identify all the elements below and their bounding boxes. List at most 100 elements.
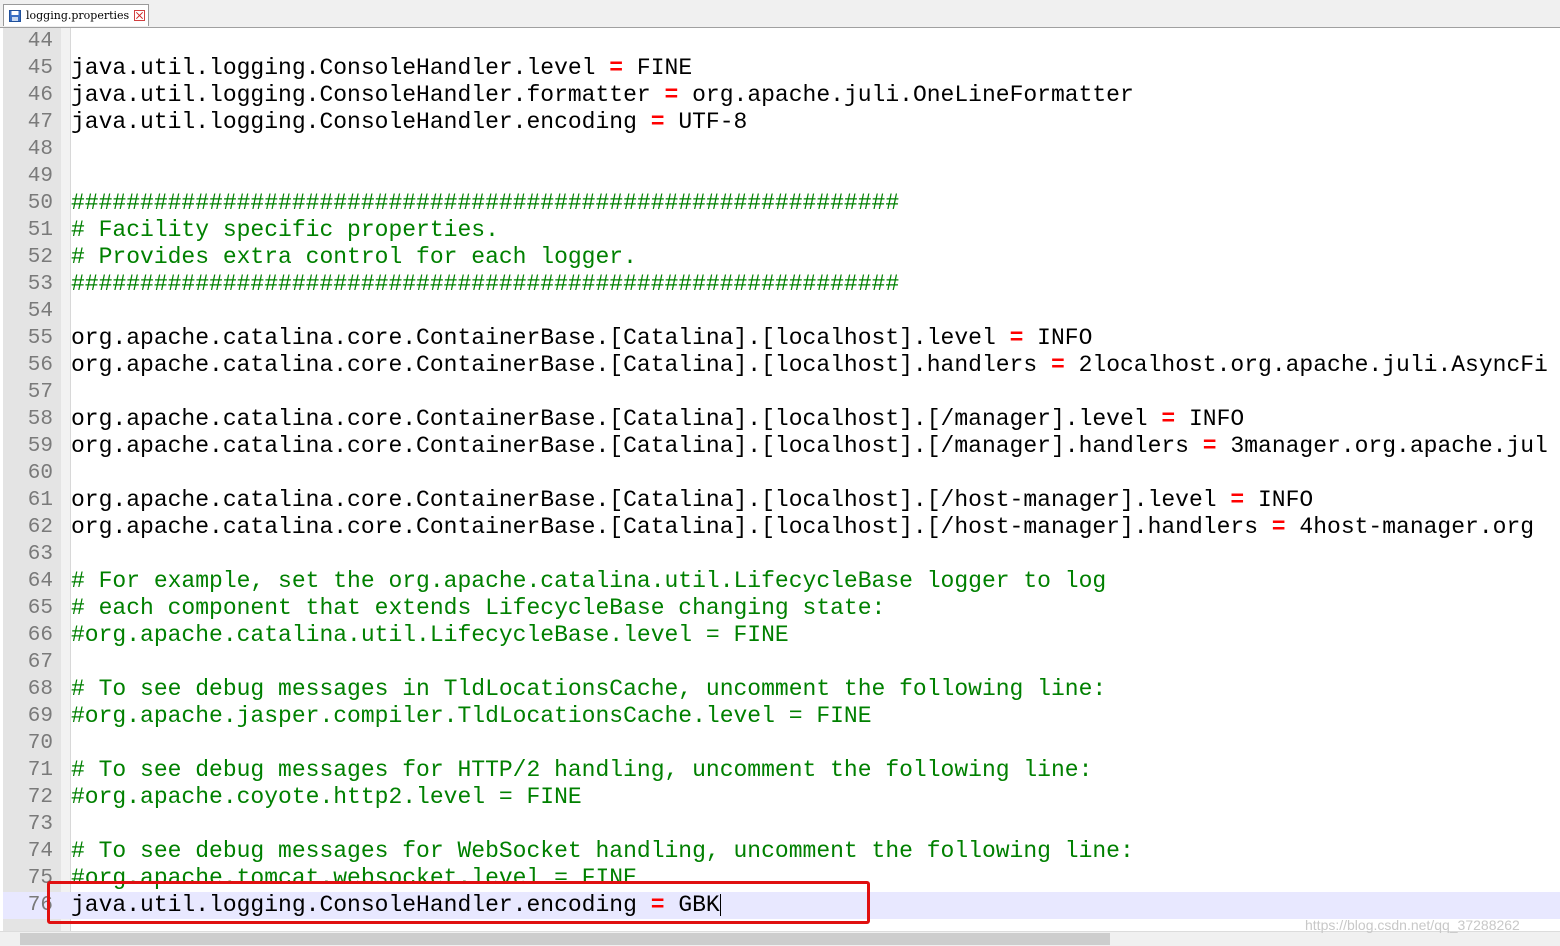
code-line[interactable]: 57: [3, 379, 1560, 406]
code-line[interactable]: 47 java.util.logging.ConsoleHandler.encod…: [3, 109, 1560, 136]
line-number: 68: [27, 678, 53, 701]
line-number: 52: [27, 246, 53, 269]
line-number: 51: [27, 219, 53, 242]
property-key: java.util.logging.ConsoleHandler.encodin…: [71, 109, 651, 135]
comment-text: # To see debug messages for HTTP/2 handl…: [71, 757, 1093, 783]
property-value: UTF-8: [664, 109, 748, 135]
line-number: 67: [27, 651, 53, 674]
code-line[interactable]: 69 #org.apache.jasper.compiler.TldLocatio…: [3, 703, 1560, 730]
code-line[interactable]: 71 # To see debug messages for HTTP/2 han…: [3, 757, 1560, 784]
property-value: INFO: [1175, 406, 1245, 432]
line-number: 63: [27, 543, 53, 566]
property-key: org.apache.catalina.core.ContainerBase.[…: [71, 352, 1051, 378]
property-value: FINE: [623, 55, 693, 81]
code-line[interactable]: 52 # Provides extra control for each logg…: [3, 244, 1560, 271]
property-value: 3manager.org.apache.jul: [1216, 433, 1548, 459]
property-line: java.util.logging.ConsoleHandler.formatt…: [71, 82, 1134, 109]
line-number: 61: [27, 489, 53, 512]
code-line[interactable]: 55 org.apache.catalina.core.ContainerBase…: [3, 325, 1560, 352]
line-number: 69: [27, 705, 53, 728]
code-line[interactable]: 62 org.apache.catalina.core.ContainerBase…: [3, 514, 1560, 541]
line-number: 44: [27, 30, 53, 53]
assign-operator: =: [650, 109, 665, 135]
code-line[interactable]: 45 java.util.logging.ConsoleHandler.level…: [3, 55, 1560, 82]
assign-operator: =: [1161, 406, 1176, 432]
code-line[interactable]: 46 java.util.logging.ConsoleHandler.forma…: [3, 82, 1560, 109]
comment-text: #org.apache.jasper.compiler.TldLocations…: [71, 703, 872, 729]
property-line: org.apache.catalina.core.ContainerBase.[…: [71, 406, 1244, 433]
editor-lines: 44 45 java.util.logging.ConsoleHandler.lev…: [3, 28, 1560, 919]
line-number: 76: [27, 894, 53, 917]
line-number: 48: [27, 138, 53, 161]
line-number: 45: [27, 57, 53, 80]
property-value: INFO: [1244, 487, 1314, 513]
code-line[interactable]: 51 # Facility specific properties.: [3, 217, 1560, 244]
code-line[interactable]: 59 org.apache.catalina.core.ContainerBase…: [3, 433, 1560, 460]
code-line[interactable]: 60: [3, 460, 1560, 487]
property-line: org.apache.catalina.core.ContainerBase.[…: [71, 514, 1534, 541]
property-value: 4host-manager.org: [1285, 514, 1535, 540]
code-line[interactable]: 74 # To see debug messages for WebSocket …: [3, 838, 1560, 865]
line-number: 50: [27, 192, 53, 215]
line-number: 73: [27, 813, 53, 836]
code-line[interactable]: 64 # For example, set the org.apache.cata…: [3, 568, 1560, 595]
code-line[interactable]: 68 # To see debug messages in TldLocation…: [3, 676, 1560, 703]
line-number: 60: [27, 462, 53, 485]
property-value: 2localhost.org.apache.juli.AsyncFi: [1064, 352, 1548, 378]
comment-text: # each component that extends LifecycleB…: [71, 595, 886, 621]
tab-logging-properties[interactable]: logging.properties: [3, 4, 149, 26]
line-number: 47: [27, 111, 53, 134]
scrollbar-thumb[interactable]: [20, 933, 1110, 945]
code-line[interactable]: 53 ######################################…: [3, 271, 1560, 298]
tab-bar: logging.properties: [0, 0, 1560, 28]
code-line[interactable]: 73: [3, 811, 1560, 838]
code-line[interactable]: 61 org.apache.catalina.core.ContainerBase…: [3, 487, 1560, 514]
line-number: 59: [27, 435, 53, 458]
comment-text: ########################################…: [71, 190, 900, 216]
property-key: org.apache.catalina.core.ContainerBase.[…: [71, 406, 1162, 432]
comment-text: # Facility specific properties.: [71, 217, 499, 243]
highlight-annotation-box: [47, 881, 870, 924]
property-value: org.apache.juli.OneLineFormatter: [678, 82, 1134, 108]
line-number: 62: [27, 516, 53, 539]
property-line: java.util.logging.ConsoleHandler.encodin…: [71, 109, 747, 136]
code-line[interactable]: 44: [3, 28, 1560, 55]
line-number: 49: [27, 165, 53, 188]
code-editor[interactable]: 44 45 java.util.logging.ConsoleHandler.lev…: [3, 28, 1560, 931]
comment-text: #org.apache.coyote.http2.level = FINE: [71, 784, 582, 810]
horizontal-scrollbar[interactable]: [0, 931, 1560, 946]
close-icon[interactable]: [134, 10, 145, 21]
tab-label: logging.properties: [26, 9, 130, 22]
save-icon: [9, 9, 21, 22]
property-key: java.util.logging.ConsoleHandler.level: [71, 55, 610, 81]
property-line: org.apache.catalina.core.ContainerBase.[…: [71, 325, 1092, 352]
assign-operator: =: [1271, 514, 1286, 540]
code-line[interactable]: 66 #org.apache.catalina.util.LifecycleBas…: [3, 622, 1560, 649]
line-number: 64: [27, 570, 53, 593]
code-line[interactable]: 58 org.apache.catalina.core.ContainerBase…: [3, 406, 1560, 433]
code-line[interactable]: 48: [3, 136, 1560, 163]
code-line[interactable]: 56 org.apache.catalina.core.ContainerBase…: [3, 352, 1560, 379]
code-line[interactable]: 63: [3, 541, 1560, 568]
code-line[interactable]: 67: [3, 649, 1560, 676]
line-number: 56: [27, 354, 53, 377]
property-value: INFO: [1023, 325, 1093, 351]
code-line[interactable]: 72 #org.apache.coyote.http2.level = FINE: [3, 784, 1560, 811]
property-line: java.util.logging.ConsoleHandler.level =…: [71, 55, 692, 82]
line-number: 65: [27, 597, 53, 620]
line-number: 72: [27, 786, 53, 809]
watermark: https://blog.csdn.net/qq_37288262: [1305, 917, 1520, 933]
code-line[interactable]: 50 ######################################…: [3, 190, 1560, 217]
line-number: 74: [27, 840, 53, 863]
comment-text: #org.apache.catalina.util.LifecycleBase.…: [71, 622, 789, 648]
assign-operator: =: [664, 82, 679, 108]
property-key: org.apache.catalina.core.ContainerBase.[…: [71, 325, 1010, 351]
comment-text: # For example, set the org.apache.catali…: [71, 568, 1107, 594]
line-number: 70: [27, 732, 53, 755]
code-line[interactable]: 49: [3, 163, 1560, 190]
code-line[interactable]: 70: [3, 730, 1560, 757]
comment-text: # To see debug messages for WebSocket ha…: [71, 838, 1134, 864]
code-line[interactable]: 54: [3, 298, 1560, 325]
assign-operator: =: [609, 55, 624, 81]
code-line[interactable]: 65 # each component that extends Lifecycl…: [3, 595, 1560, 622]
